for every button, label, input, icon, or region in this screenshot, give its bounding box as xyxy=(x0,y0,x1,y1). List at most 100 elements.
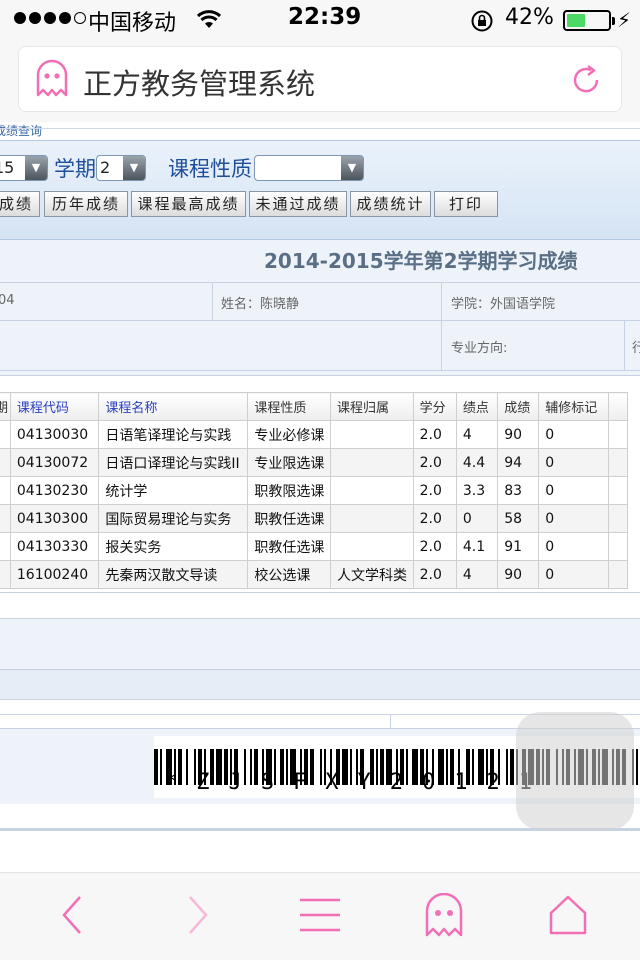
column-header-course-category: 课程归属 xyxy=(329,392,414,421)
carrier-name: 中国移动 xyxy=(88,11,177,36)
browser-toolbar xyxy=(0,872,640,960)
year-select[interactable]: 15 ▼ xyxy=(0,155,48,181)
column-header-course-name[interactable]: 课程名称 xyxy=(98,392,249,421)
table-cell xyxy=(329,476,414,505)
column-header-score: 成绩 xyxy=(497,392,540,421)
table-cell: 0 xyxy=(538,420,609,449)
floating-assist-button[interactable] xyxy=(516,712,634,830)
rotation-lock-icon xyxy=(471,10,493,32)
table-cell xyxy=(0,448,11,477)
table-cell: 90 xyxy=(497,560,540,589)
breadcrumb[interactable]: 成绩查询 xyxy=(0,122,42,139)
table-row: 04130072 日语口译理论与实践II 专业限选课 2.0 4.4 94 0 xyxy=(0,448,629,477)
filter-bar: 15 ▼ 学期 2 ▼ 课程性质 ▼ 成绩 历年成绩 课程最高成绩 未通过成绩 … xyxy=(0,140,640,240)
grades-button[interactable]: 成绩 xyxy=(0,191,40,217)
table-cell: 2.0 xyxy=(412,476,457,505)
course-highest-grades-button[interactable]: 课程最高成绩 xyxy=(131,191,246,217)
table-cell xyxy=(607,420,629,449)
home-icon[interactable] xyxy=(548,893,588,937)
table-cell: 0 xyxy=(538,476,609,505)
table-cell: 4 xyxy=(455,560,499,589)
grades-table: 期 课程代码 课程名称 课程性质 课程归属 学分 绩点 成绩 辅修标记 0413… xyxy=(0,392,629,589)
table-cell: 94 xyxy=(497,448,540,477)
table-cell: 3.3 xyxy=(455,476,499,505)
term-select[interactable]: 2 ▼ xyxy=(96,155,146,181)
student-college: 学院：外国语学院 xyxy=(451,297,556,312)
table-cell: 统计学 xyxy=(98,476,249,505)
student-name: 姓名：陈晓静 xyxy=(221,297,300,312)
table-cell xyxy=(329,448,414,477)
table-cell: 04130300 xyxy=(9,504,100,533)
summary-panel xyxy=(0,618,640,670)
battery-percentage: 42% xyxy=(505,5,554,30)
menu-icon[interactable] xyxy=(300,897,340,933)
table-cell xyxy=(607,476,629,505)
column-header-course-nature: 课程性质 xyxy=(247,392,331,421)
table-cell: 04130230 xyxy=(9,476,100,505)
table-cell xyxy=(0,504,11,533)
table-cell: 报关实务 xyxy=(98,532,249,561)
major-direction: 专业方向: xyxy=(451,341,508,356)
all-years-grades-button[interactable]: 历年成绩 xyxy=(44,191,128,217)
back-icon[interactable] xyxy=(60,893,84,937)
table-cell: 58 xyxy=(497,504,540,533)
table-cell: 91 xyxy=(497,532,540,561)
table-cell xyxy=(329,532,414,561)
table-cell: 国际贸易理论与实务 xyxy=(98,504,249,533)
wifi-icon xyxy=(196,10,222,28)
table-cell xyxy=(607,532,629,561)
table-cell: 0 xyxy=(538,504,609,533)
report-title: 2014-2015学年第2学期学习成绩 xyxy=(264,249,578,273)
table-cell: 0 xyxy=(455,504,499,533)
table-cell xyxy=(0,532,11,561)
table-cell: 16100240 xyxy=(9,560,100,589)
chevron-down-icon: ▼ xyxy=(123,156,145,180)
table-cell: 先秦两汉散文导读 xyxy=(98,560,249,589)
table-cell xyxy=(329,504,414,533)
table-cell: 专业必修课 xyxy=(247,420,331,449)
battery-icon xyxy=(563,10,615,31)
table-cell: 职教限选课 xyxy=(247,476,331,505)
table-cell: 2.0 xyxy=(412,420,457,449)
table-cell xyxy=(0,560,11,589)
table-cell: 4.4 xyxy=(455,448,499,477)
table-cell: 0 xyxy=(538,560,609,589)
barcode-text: *ZJSFXY20121 xyxy=(164,770,551,795)
table-cell: 人文学科类 xyxy=(329,560,414,589)
reload-icon[interactable] xyxy=(569,63,603,97)
table-cell xyxy=(607,560,629,589)
print-button[interactable]: 打印 xyxy=(434,191,498,217)
column-header xyxy=(607,392,629,421)
grade-statistics-button[interactable]: 成绩统计 xyxy=(350,191,431,217)
table-cell: 日语笔译理论与实践 xyxy=(98,420,249,449)
course-nature-label: 课程性质 xyxy=(168,157,252,181)
page-title: 正方教务管理系统 xyxy=(83,67,316,101)
table-cell xyxy=(607,448,629,477)
truncated-field: 行 xyxy=(632,341,640,356)
table-cell: 90 xyxy=(497,420,540,449)
table-cell: 专业限选课 xyxy=(247,448,331,477)
column-header-credits: 学分 xyxy=(412,392,457,421)
forward-icon[interactable] xyxy=(186,893,210,937)
column-header-gpa: 绩点 xyxy=(455,392,499,421)
table-row: 04130230 统计学 职教限选课 2.0 3.3 83 0 xyxy=(0,476,629,505)
failed-grades-button[interactable]: 未通过成绩 xyxy=(249,191,347,217)
student-id: 04 xyxy=(0,293,15,308)
ghost-icon[interactable] xyxy=(424,893,464,939)
column-header: 期 xyxy=(0,392,11,421)
table-row: 04130030 日语笔译理论与实践 专业必修课 2.0 4 90 0 xyxy=(0,420,629,449)
signal-strength-icon xyxy=(14,12,86,24)
table-cell: 4 xyxy=(455,420,499,449)
table-cell: 83 xyxy=(497,476,540,505)
address-field[interactable]: 正方教务管理系统 xyxy=(18,46,622,112)
table-cell xyxy=(0,420,11,449)
table-cell: 2.0 xyxy=(412,448,457,477)
table-cell: 职教任选课 xyxy=(247,532,331,561)
chevron-down-icon: ▼ xyxy=(341,156,363,180)
column-header-course-code[interactable]: 课程代码 xyxy=(9,392,100,421)
summary-panel xyxy=(0,670,640,700)
table-cell: 日语口译理论与实践II xyxy=(98,448,249,477)
table-row: 04130330 报关实务 职教任选课 2.0 4.1 91 0 xyxy=(0,532,629,561)
web-content: 成绩查询 15 ▼ 学期 2 ▼ 课程性质 ▼ 成绩 历年成绩 课程最高成绩 未… xyxy=(0,122,640,872)
course-nature-select[interactable]: ▼ xyxy=(254,155,364,181)
